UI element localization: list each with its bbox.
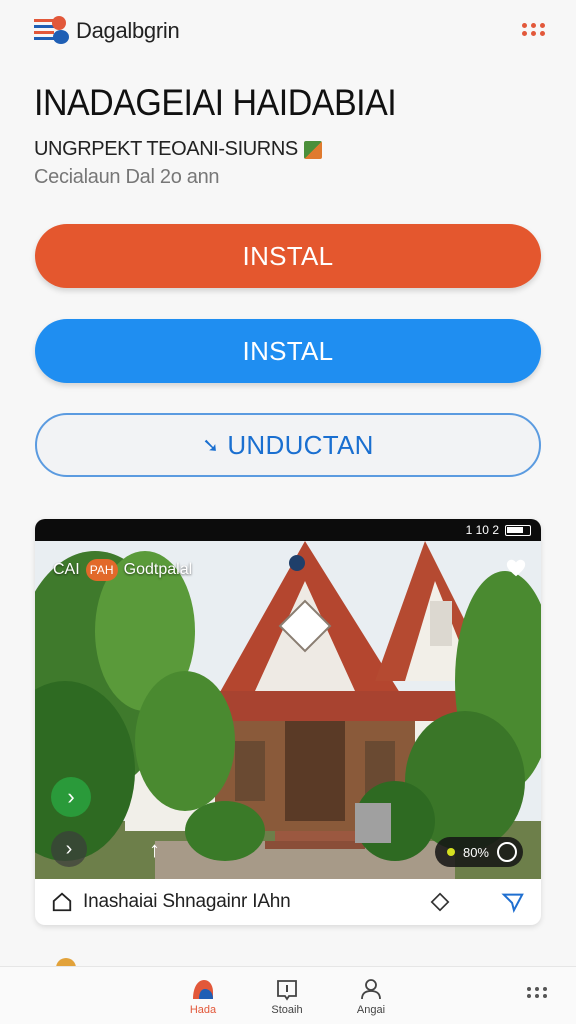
install-button-secondary[interactable]: INSTAL bbox=[35, 319, 541, 383]
stacked-layers-icon bbox=[34, 15, 70, 47]
caption-text: Inashaiai Shnagainr IAhn bbox=[83, 891, 291, 912]
person-icon bbox=[361, 979, 381, 1000]
app-name: Dagalbgrin bbox=[76, 18, 180, 43]
app-meta: Cecialaun Dal 2o ann bbox=[34, 166, 220, 188]
nav-item-profile[interactable]: Angai bbox=[341, 977, 401, 1016]
preview-status-bar: 1 10 2 bbox=[35, 519, 541, 541]
capture-ring-icon[interactable] bbox=[497, 842, 517, 862]
category-badge-icon bbox=[303, 140, 322, 159]
bottom-navigation: Hada Stoaih Angai bbox=[0, 966, 576, 1024]
home-blob-icon bbox=[193, 980, 213, 999]
zoom-value: 80% bbox=[462, 844, 489, 860]
nav-label-home: Hada bbox=[189, 1004, 217, 1016]
chevron-right-icon[interactable]: › bbox=[51, 777, 91, 817]
diamond-icon[interactable] bbox=[429, 891, 451, 913]
download-button[interactable]: ➘ UNDUCTAN bbox=[35, 413, 541, 477]
zoom-control[interactable]: 80% bbox=[434, 837, 523, 867]
arrow-up-icon: ↑ bbox=[149, 837, 160, 862]
photo-label: CAI PAH Godtpalal bbox=[53, 559, 192, 581]
nav-label-profile: Angai bbox=[356, 1004, 386, 1016]
preview-caption: Inashaiai Shnagainr IAhn bbox=[35, 879, 541, 925]
download-button-label: UNDUCTAN bbox=[227, 429, 374, 460]
download-arrow-icon: ➘ bbox=[202, 434, 220, 457]
install-button-primary[interactable]: INSTAL bbox=[35, 224, 541, 288]
zoom-indicator-icon bbox=[446, 848, 455, 856]
app-header: Dagalbgrin bbox=[0, 0, 576, 62]
photo-chip: PAH bbox=[85, 559, 118, 581]
nav-label-store: Stoaih bbox=[271, 1004, 303, 1016]
grid-dots-icon[interactable] bbox=[522, 23, 546, 36]
status-time: 1 10 2 bbox=[465, 523, 499, 537]
more-dots-icon[interactable] bbox=[527, 987, 548, 998]
photo-label-prefix: CAI bbox=[53, 561, 80, 578]
app-title: INADAGEIAI HAIDABIAI bbox=[34, 82, 397, 124]
preview-photo[interactable]: CAI PAH Godtpalal › › ↑ 80% bbox=[35, 541, 541, 879]
send-icon[interactable] bbox=[501, 891, 525, 913]
nav-item-store[interactable]: Stoaih bbox=[257, 977, 317, 1016]
photo-label-name: Godtpalal bbox=[123, 561, 193, 578]
heart-icon[interactable] bbox=[505, 557, 527, 579]
chevron-right-small-icon[interactable]: › bbox=[51, 831, 87, 867]
home-icon[interactable] bbox=[51, 891, 73, 913]
alert-box-icon bbox=[277, 980, 297, 1001]
app-subtitle: UNGRPEKT TEOANI-SIURNS bbox=[34, 138, 322, 161]
battery-icon bbox=[505, 524, 531, 536]
nav-item-home[interactable]: Hada bbox=[173, 977, 233, 1016]
house-photo-illustration bbox=[35, 541, 541, 879]
subtitle-text: UNGRPEKT TEOANI-SIURNS bbox=[34, 138, 298, 160]
preview-card[interactable]: 1 10 2 CAI PAH Godtpalal › › ↑ 80% Inash… bbox=[35, 519, 541, 925]
